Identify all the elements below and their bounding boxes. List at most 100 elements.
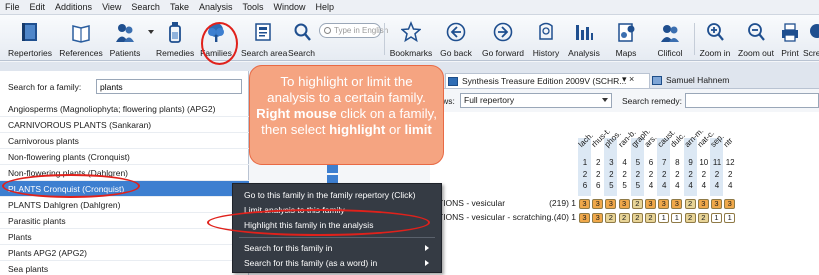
toolbar-divider <box>384 23 385 55</box>
menu-tools[interactable]: Tools <box>237 0 268 15</box>
views-dropdown[interactable]: Full repertory <box>460 93 612 108</box>
go-forward-button[interactable]: Go forward <box>478 15 528 61</box>
family-panel: Search for a family: Angiosperms (Magnol… <box>0 71 249 275</box>
family-item-angiosperms[interactable]: Angiosperms (Magnoliophyta; flowering pl… <box>0 101 249 117</box>
grade-cell[interactable]: 3 <box>618 199 630 209</box>
tab-synthesis-repertory[interactable]: Synthesis Treasure Edition 2009V (SCHR..… <box>445 73 650 88</box>
family-item-carnivorous-plants-sankaran[interactable]: CARNIVOROUS PLANTS (Sankaran) <box>0 117 249 133</box>
splitter-handle[interactable] <box>327 175 338 183</box>
grade-cell[interactable]: 3 <box>697 199 709 209</box>
grade-cell[interactable]: 2 <box>618 213 630 223</box>
grade-cell[interactable]: 1 <box>658 213 670 223</box>
grade-cell[interactable]: 1 <box>724 213 736 223</box>
maps-button[interactable]: Maps <box>606 15 646 61</box>
toolbar: Repertories References Patients Remedies… <box>0 15 819 61</box>
menu-search[interactable]: Search <box>126 0 165 15</box>
menu-analysis[interactable]: Analysis <box>194 0 238 15</box>
menu-search-family-word-in-label: Search for this family (as a word) in <box>244 258 378 268</box>
column-count: 4 <box>675 181 680 190</box>
family-item-plants-dahlgren[interactable]: PLANTS Dahlgren (Dahlgren) <box>0 197 249 213</box>
grade-cell[interactable]: 2 <box>697 213 709 223</box>
analysis-button[interactable]: Analysis <box>564 15 604 61</box>
grade-cell[interactable]: 3 <box>645 199 656 209</box>
zoom-out-button[interactable]: Zoom out <box>735 15 777 61</box>
menu-edit[interactable]: Edit <box>25 0 51 15</box>
english-search-box[interactable]: Type in English <box>319 23 388 38</box>
family-item-plants-apg2[interactable]: Plants APG2 (APG2) <box>0 245 249 261</box>
grade-cell[interactable]: 1 <box>711 213 722 223</box>
clificol-button[interactable]: Clificol <box>648 15 692 61</box>
go-back-button[interactable]: Go back <box>436 15 476 61</box>
history-button[interactable]: History <box>530 15 562 61</box>
grade-cell[interactable]: 2 <box>684 213 696 223</box>
column-number: 4 <box>622 158 627 167</box>
column-count: 6 <box>582 181 588 190</box>
search-remedy-input[interactable] <box>685 93 819 108</box>
clificol-icon <box>661 25 679 42</box>
column-number: 2 <box>595 158 601 167</box>
column-number: 1 <box>582 158 588 167</box>
grade-cell[interactable]: 3 <box>579 199 590 209</box>
grade-cell[interactable]: 3 <box>711 199 722 209</box>
patients-dropdown-arrow[interactable] <box>146 15 156 61</box>
menu-search-family-word-in[interactable]: Search for this family (as a word) in <box>233 256 441 271</box>
tab-samuel-hahnemann[interactable]: Samuel Hahnem <box>650 73 819 88</box>
menu-bar: File Edit Additions View Search Take Ana… <box>0 0 819 15</box>
tab-menu-close-icon[interactable]: ▾ × <box>622 74 634 85</box>
column-count: 5 <box>635 181 641 190</box>
rubric-text[interactable]: TIONS - vesicular <box>438 198 505 208</box>
column-number: 6 <box>648 158 654 167</box>
menu-file[interactable]: File <box>0 0 25 15</box>
family-item-plants[interactable]: Plants <box>0 229 249 245</box>
menu-go-to-family[interactable]: Go to this family in the family repertor… <box>233 188 441 203</box>
grade-cell[interactable]: 3 <box>605 199 617 209</box>
grade-cell[interactable]: 2 <box>645 213 656 223</box>
screen-button[interactable]: Scree <box>803 15 819 61</box>
grade-cell[interactable]: 3 <box>592 199 604 209</box>
search-area-icon <box>255 23 271 41</box>
grade-cell[interactable]: 3 <box>592 213 604 223</box>
tab-title: Samuel Hahnem <box>666 75 730 85</box>
grade-cell[interactable]: 3 <box>579 213 590 223</box>
open-book-icon <box>72 25 90 43</box>
menu-additions[interactable]: Additions <box>50 0 97 15</box>
grade-cell[interactable]: 2 <box>684 199 696 209</box>
callout-line-4: then select highlight or limit <box>250 122 443 138</box>
column-total: 2 <box>714 170 720 179</box>
grade-cell[interactable]: 3 <box>671 199 683 209</box>
search-area-button[interactable]: Search area <box>241 15 287 61</box>
menu-help[interactable]: Help <box>311 0 340 15</box>
chevron-down-icon <box>148 30 154 34</box>
column-total: 2 <box>701 170 707 179</box>
menu-search-family-in[interactable]: Search for this family in <box>233 241 441 256</box>
callout-text: then select <box>261 122 330 137</box>
grade-cell[interactable]: 2 <box>631 199 643 209</box>
remedies-button[interactable]: Remedies <box>156 15 194 61</box>
family-search-input[interactable] <box>96 79 242 94</box>
book-icon <box>652 76 662 85</box>
splitter-handle[interactable] <box>327 165 338 173</box>
column-total: 2 <box>609 170 614 179</box>
references-button[interactable]: References <box>58 15 104 61</box>
grade-cell[interactable]: 2 <box>605 213 617 223</box>
menu-take[interactable]: Take <box>165 0 194 15</box>
grade-cell[interactable]: 3 <box>724 199 736 209</box>
grade-cell[interactable]: 1 <box>671 213 683 223</box>
star-icon <box>401 21 421 43</box>
chevron-down-icon <box>602 98 608 102</box>
family-item-carnivorous-plants[interactable]: Carnivorous plants <box>0 133 249 149</box>
column-number: 8 <box>675 158 680 167</box>
grade-cell[interactable]: 2 <box>631 213 643 223</box>
search-button[interactable]: Search <box>285 15 318 61</box>
patients-button[interactable]: Patients <box>104 15 146 61</box>
callout-bold-limit: limit <box>404 122 432 137</box>
print-button[interactable]: Print <box>778 15 802 61</box>
family-item-sea-plants[interactable]: Sea plants <box>0 261 249 275</box>
family-item-non-flowering-cronquist[interactable]: Non-flowering plants (Cronquist) <box>0 149 249 165</box>
menu-window[interactable]: Window <box>269 0 311 15</box>
bookmarks-button[interactable]: Bookmarks <box>388 15 434 61</box>
zoom-in-button[interactable]: Zoom in <box>697 15 733 61</box>
grade-cell[interactable]: 3 <box>658 199 670 209</box>
repertories-button[interactable]: Repertories <box>4 15 56 61</box>
menu-view[interactable]: View <box>97 0 126 15</box>
